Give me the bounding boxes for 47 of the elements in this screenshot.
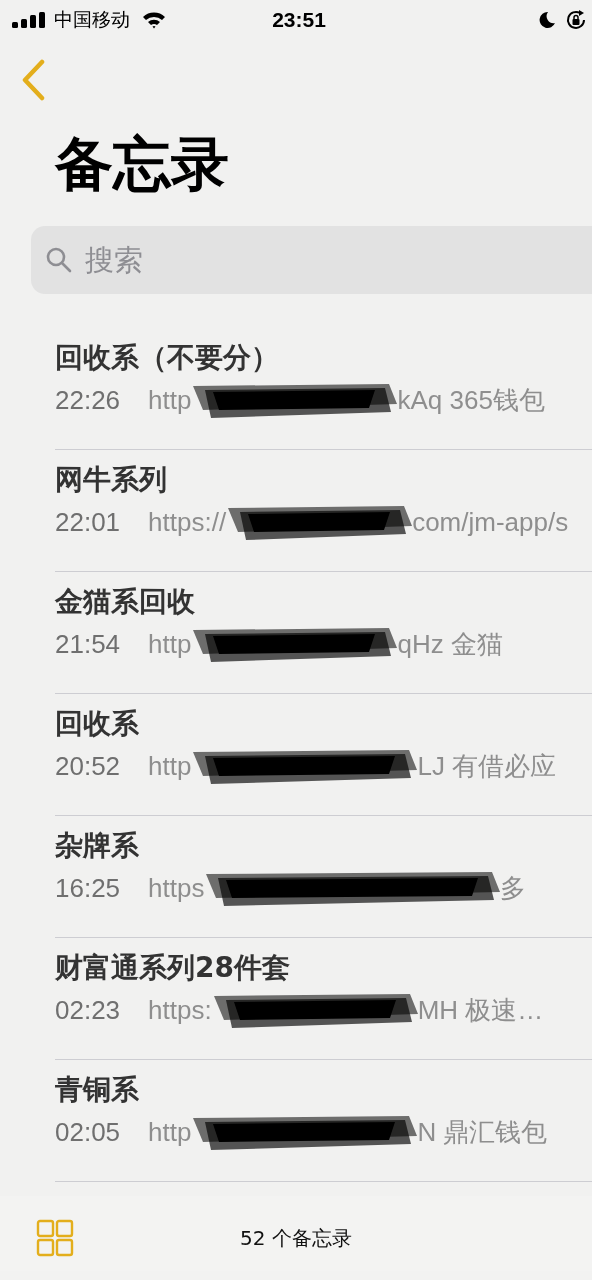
carrier-name: 中国移动 xyxy=(54,7,130,32)
note-title: 回收系 xyxy=(55,706,140,742)
gallery-grid-icon[interactable] xyxy=(36,1219,74,1257)
note-item[interactable]: 回收系 20:52 http LJ 有借必应 xyxy=(55,694,592,816)
search-icon xyxy=(45,246,73,274)
note-title: 网牛系列 xyxy=(55,462,168,498)
note-preview: N 鼎汇钱包 xyxy=(417,1115,548,1149)
note-time: 22:26 xyxy=(55,384,121,416)
note-preview: http xyxy=(148,628,192,660)
note-preview: https xyxy=(148,872,205,904)
note-preview: LJ 有借必应 xyxy=(417,749,557,783)
note-preview: qHz 金猫 xyxy=(397,627,503,661)
note-time: 02:23 xyxy=(55,994,121,1026)
note-item[interactable]: 财富通系列28件套 02:23 https: MH 极速… xyxy=(55,938,592,1060)
search-field[interactable]: 搜索 xyxy=(31,226,592,294)
note-preview: com/jm-app/s xyxy=(412,506,569,538)
note-time: 20:52 xyxy=(55,750,121,782)
back-chevron-icon[interactable] xyxy=(20,59,46,101)
signal-icon xyxy=(12,12,46,28)
page-title: 备忘录 xyxy=(55,129,230,200)
note-preview: https: xyxy=(148,994,212,1026)
note-preview: kAq 365钱包 xyxy=(397,383,545,417)
note-time: 16:25 xyxy=(55,872,121,904)
rotation-lock-icon xyxy=(566,10,586,30)
note-item[interactable]: 金猫系回收 21:54 http qHz 金猫 xyxy=(55,572,592,694)
moon-icon xyxy=(538,11,556,29)
note-item[interactable]: 杂牌系 16:25 https 多 xyxy=(55,816,592,938)
note-count: 52 个备忘录 xyxy=(240,1224,352,1252)
note-item[interactable]: 网牛系列 22:01 https:// com/jm-app/s xyxy=(55,450,592,572)
note-time: 02:05 xyxy=(55,1116,121,1148)
note-preview: 多 xyxy=(500,871,527,905)
note-title: 金猫系回收 xyxy=(55,584,196,620)
note-preview: MH 极速… xyxy=(417,993,544,1027)
note-title: 财富通系列28件套 xyxy=(55,950,291,986)
note-preview: https:// xyxy=(148,506,227,538)
note-item[interactable]: 回收系（不要分） 22:26 http kAq 365钱包 xyxy=(55,328,592,450)
note-time: 21:54 xyxy=(55,628,121,660)
note-time: 22:01 xyxy=(55,506,121,538)
note-title: 回收系（不要分） xyxy=(55,340,280,376)
note-title: 青铜系 xyxy=(55,1072,140,1108)
note-preview: http xyxy=(148,384,192,416)
note-preview: http xyxy=(148,1116,192,1148)
note-title: 杂牌系 xyxy=(55,828,140,864)
wifi-icon xyxy=(142,11,166,29)
note-preview: http xyxy=(148,750,192,782)
status-time: 23:51 xyxy=(272,8,326,32)
note-item[interactable]: 青铜系 02:05 http N 鼎汇钱包 xyxy=(55,1060,592,1182)
